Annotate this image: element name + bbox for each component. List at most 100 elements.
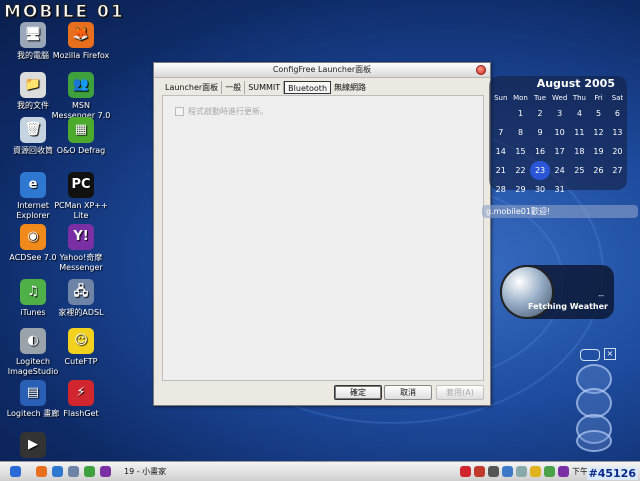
calendar-day[interactable]: 1 — [511, 104, 531, 123]
calendar-day[interactable]: 22 — [511, 161, 531, 180]
calendar-day[interactable]: 9 — [530, 123, 549, 142]
home-adsl-icon: 🖧 — [68, 279, 94, 305]
desktop-icon-flashget[interactable]: ⚡ FlashGet — [50, 380, 112, 419]
desktop-icon-pcman[interactable]: PC PCMan XP++ Lite — [50, 172, 112, 221]
calendar-day[interactable]: 10 — [550, 123, 570, 142]
calendar-weekday: Thu — [572, 94, 586, 102]
desktop-icon-mozilla-firefox[interactable]: 🦊 Mozilla Firefox — [50, 22, 112, 61]
calendar-day[interactable]: 30 — [530, 180, 549, 199]
dialog-titlebar[interactable]: ConfigFree Launcher面板 — [154, 63, 490, 78]
calendar-day[interactable]: 18 — [570, 142, 589, 161]
tray-yahoo-icon[interactable] — [558, 466, 569, 477]
calendar-day[interactable]: 21 — [491, 161, 511, 180]
start-icon[interactable] — [10, 466, 21, 477]
calendar-day[interactable]: 5 — [589, 104, 608, 123]
tab-general[interactable]: 一般 — [222, 81, 246, 94]
close-widget-icon[interactable]: × — [604, 348, 616, 360]
calendar-day[interactable]: 28 — [491, 180, 511, 199]
calendar-day[interactable]: 24 — [550, 161, 570, 180]
checkbox-box[interactable] — [175, 107, 184, 116]
calendar-day[interactable]: 19 — [589, 142, 608, 161]
recycle-bin-icon: 🗑 — [20, 117, 46, 143]
calendar-day[interactable]: 3 — [550, 104, 570, 123]
logitech-imagestudio-icon: ◐ — [20, 328, 46, 354]
my-computer-icon: 🖥 — [20, 22, 46, 48]
calendar-day[interactable]: 16 — [530, 142, 549, 161]
tab-summit[interactable]: SUMMIT — [245, 81, 285, 94]
calendar-day[interactable]: 11 — [570, 123, 589, 142]
taskbar: 19 - 小畫家 下午 0 #45126 — [0, 461, 640, 481]
tray-msn-icon[interactable] — [544, 466, 555, 477]
yahoo-messenger-icon: Y! — [68, 224, 94, 250]
media-player-classic-icon: ▶ — [20, 432, 46, 458]
calendar-grid: Sun Mon Tue Wed Thu Fri Sat 1 2 3 4 5 6 7 8 9 10 11 12 13 1… — [491, 92, 627, 199]
calendar-weekday: Sat — [611, 94, 624, 102]
desktop-icon-label: PCMan XP++ Lite — [54, 201, 108, 220]
tray-bluetooth-icon[interactable] — [502, 466, 513, 477]
calendar-day — [608, 180, 627, 199]
calendar-day — [589, 180, 608, 199]
calendar-day[interactable]: 6 — [608, 104, 627, 123]
show-desktop-icon[interactable] — [68, 466, 79, 477]
dock-stack-icon[interactable] — [576, 430, 612, 452]
pcman-icon: PC — [68, 172, 94, 198]
desktop-icon-label: FlashGet — [63, 409, 99, 418]
desktop-icon-yahoo-messenger[interactable]: Y! Yahoo!奇摩 Messenger — [50, 224, 112, 273]
welcome-message-bar[interactable]: g.mobile01歡迎! — [482, 205, 638, 218]
desktop-icon-label: Yahoo!奇摩 Messenger — [59, 253, 103, 272]
msn-messenger-icon: 👥 — [68, 72, 94, 98]
o-and-o-defrag-icon: ▦ — [68, 117, 94, 143]
tray-flashget-icon[interactable] — [460, 466, 471, 477]
calendar-day[interactable]: 14 — [491, 142, 511, 161]
calendar-day[interactable]: 4 — [570, 104, 589, 123]
desktop-icon-msn-messenger[interactable]: 👥 MSN Messenger 7.0 — [50, 72, 112, 121]
desktop-icon-label: CuteFTP — [64, 357, 98, 366]
calendar-day[interactable]: 17 — [550, 142, 570, 161]
weather-widget[interactable]: -- Fetching Weather — [500, 265, 614, 319]
calendar-day[interactable]: 20 — [608, 142, 627, 161]
calendar-day[interactable]: 29 — [511, 180, 531, 199]
desktop-icon-home-adsl[interactable]: 🖧 家裡的ADSL — [50, 279, 112, 318]
tab-wireless[interactable]: 無線網路 — [331, 81, 369, 94]
desktop-icon-label: Mozilla Firefox — [52, 51, 110, 60]
weather-temperature: -- — [598, 291, 604, 300]
flashget-icon: ⚡ — [68, 380, 94, 406]
calendar-month: August 2005 — [536, 77, 615, 90]
weather-status: Fetching Weather — [527, 302, 608, 311]
apply-button[interactable]: 套用(A) — [436, 385, 484, 400]
desktop-icon-o-and-o-defrag[interactable]: ▦ O&O Defrag — [50, 117, 112, 156]
firefox-quicklaunch-icon[interactable] — [36, 466, 47, 477]
acdsee-icon: ◉ — [20, 224, 46, 250]
calendar-weekday: Fri — [594, 94, 603, 102]
internet-explorer-icon: e — [20, 172, 46, 198]
calendar-day[interactable]: 23 — [530, 161, 550, 180]
tab-strip: Launcher面板 一般 SUMMIT Bluetooth 無線網路 — [162, 81, 369, 94]
messenger-quicklaunch-icon[interactable] — [84, 466, 95, 477]
tray-network-icon[interactable] — [488, 466, 499, 477]
tray-power-icon[interactable] — [530, 466, 541, 477]
calendar-day[interactable]: 7 — [491, 123, 511, 142]
ok-button[interactable]: 確定 — [334, 385, 382, 400]
checkbox-label: 程式啟動時進行更新。 — [188, 107, 268, 116]
taskbar-task-paint[interactable]: 19 - 小畫家 — [120, 465, 170, 478]
tray-volume-icon[interactable] — [516, 466, 527, 477]
calendar-day[interactable]: 26 — [589, 161, 608, 180]
ie-quicklaunch-icon[interactable] — [52, 466, 63, 477]
tab-bluetooth[interactable]: Bluetooth — [284, 81, 332, 94]
yahoo-quicklaunch-icon[interactable] — [100, 466, 111, 477]
desktop-icon-cuteftp[interactable]: ☺ CuteFTP — [50, 328, 112, 367]
calendar-day[interactable]: 2 — [530, 104, 549, 123]
calendar-day[interactable]: 31 — [550, 180, 570, 199]
calendar-day[interactable]: 27 — [608, 161, 627, 180]
tab-launcher-panel[interactable]: Launcher面板 — [162, 81, 223, 94]
calendar-day[interactable]: 25 — [570, 161, 589, 180]
cancel-button[interactable]: 取消 — [384, 385, 432, 400]
minimize-widget-icon[interactable] — [580, 349, 600, 361]
calendar-day[interactable]: 8 — [511, 123, 531, 142]
calendar-day[interactable]: 15 — [511, 142, 531, 161]
calendar-day[interactable]: 12 — [589, 123, 608, 142]
calendar-day[interactable]: 13 — [608, 123, 627, 142]
close-icon[interactable] — [476, 65, 486, 75]
tray-antivirus-icon[interactable] — [474, 466, 485, 477]
update-on-start-checkbox[interactable]: 程式啟動時進行更新。 — [175, 106, 268, 117]
